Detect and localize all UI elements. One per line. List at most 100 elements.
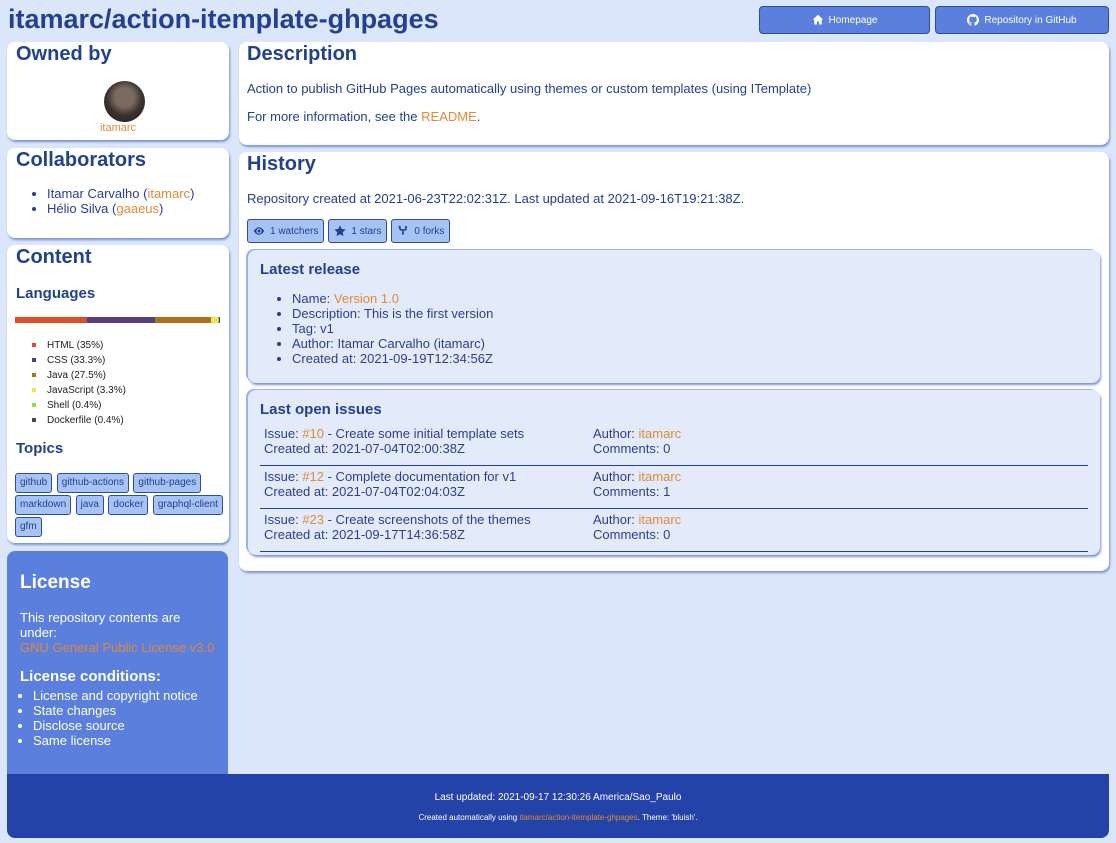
- language-item: Dockerfile (0.4%): [32, 413, 126, 428]
- topic-tag[interactable]: github-pages: [133, 473, 202, 493]
- issue-author-label: Author:: [593, 426, 639, 441]
- language-color-swatch: [32, 403, 36, 407]
- language-label: Shell (0.4%): [47, 400, 102, 411]
- issue-row: Issue: #23 - Create screenshots of the t…: [260, 509, 1088, 552]
- issue-row: Issue: #12 - Complete documentation for …: [260, 466, 1088, 509]
- languages-bar: [15, 317, 220, 323]
- issue-comments: Comments: 1: [593, 484, 671, 499]
- issue-row: Issue: #10 - Create some initial templat…: [260, 423, 1088, 466]
- issue-info: Issue: #12 - Complete documentation for …: [264, 469, 584, 499]
- license-intro: This repository contents are under:: [20, 610, 181, 640]
- history-title: History: [247, 153, 316, 175]
- issue-author-link[interactable]: itamarc: [639, 426, 682, 441]
- language-color-swatch: [32, 418, 36, 422]
- languages-title: Languages: [16, 285, 96, 302]
- collaborator-name: Itamar Carvalho: [47, 186, 140, 201]
- homepage-button-label: Homepage: [828, 14, 878, 26]
- collaborator-login-link[interactable]: gaaeus: [116, 201, 159, 216]
- issue-info: Issue: #10 - Create some initial templat…: [264, 426, 584, 456]
- homepage-button[interactable]: Homepage: [759, 6, 930, 34]
- watchers-badge[interactable]: 1 watchers: [247, 219, 325, 243]
- collaborator-name: Hélio Silva: [47, 201, 109, 216]
- topic-tag[interactable]: gfm: [15, 517, 42, 537]
- license-link[interactable]: GNU General Public License v3.0: [20, 640, 214, 655]
- collaborators-card: Collaborators Itamar Carvalho (itamarc) …: [7, 148, 229, 238]
- license-condition: License and copyright notice: [33, 688, 198, 703]
- issue-label: Issue:: [264, 469, 303, 484]
- github-icon: [967, 14, 980, 26]
- description-more: For more information, see the README.: [247, 109, 480, 124]
- footer-credit-suffix: . Theme: 'bluish'.: [637, 813, 698, 822]
- owner-avatar[interactable]: [104, 81, 145, 122]
- history-text: Repository created at 2021-06-23T22:02:3…: [247, 191, 745, 206]
- issue-meta: Author: itamarc Comments: 0: [593, 426, 893, 456]
- topic-tag[interactable]: github: [15, 473, 53, 493]
- language-label: JavaScript (3.3%): [47, 385, 126, 396]
- topic-tag[interactable]: graphql-client: [152, 495, 223, 515]
- topic-tag[interactable]: github-actions: [56, 473, 129, 493]
- issue-title: - Complete documentation for v1: [324, 469, 517, 484]
- license-panel: License This repository contents are und…: [7, 551, 228, 781]
- description-text: Action to publish GitHub Pages automatic…: [247, 81, 812, 96]
- topic-tag[interactable]: markdown: [15, 495, 72, 515]
- language-item: JavaScript (3.3%): [32, 383, 126, 398]
- languages-list: HTML (35%) CSS (33.3%) Java (27.5%) JavaScr…: [32, 338, 126, 428]
- release-name-link[interactable]: Version 1.0: [334, 291, 399, 306]
- issue-title: - Create screenshots of the themes: [324, 512, 531, 527]
- forks-label: 0 forks: [414, 225, 445, 237]
- language-color-swatch: [32, 343, 36, 347]
- license-condition: Disclose source: [33, 718, 198, 733]
- topic-tag[interactable]: docker: [108, 495, 149, 515]
- content-card: Content Languages HTML (35%) CSS (33.3%) J…: [7, 245, 229, 543]
- open-issues-title: Last open issues: [260, 401, 382, 418]
- readme-link[interactable]: README: [421, 109, 477, 124]
- issue-number-link[interactable]: #10: [302, 426, 324, 441]
- issue-number-link[interactable]: #12: [302, 469, 324, 484]
- star-icon: [334, 225, 346, 237]
- issue-label: Issue:: [264, 512, 303, 527]
- repository-button[interactable]: Repository in GitHub: [935, 6, 1109, 34]
- issue-meta: Author: itamarc Comments: 0: [593, 512, 893, 542]
- license-condition: Same license: [33, 733, 198, 748]
- owned-by-card: Owned by itamarc: [7, 42, 229, 140]
- collaborator-login-link[interactable]: itamarc: [147, 186, 190, 201]
- language-bar-segment: [15, 317, 87, 323]
- language-color-swatch: [32, 358, 36, 362]
- page-title: itamarc/action-itemplate-ghpages: [8, 4, 439, 34]
- repository-button-label: Repository in GitHub: [984, 14, 1077, 26]
- description-card: Description Action to publish GitHub Pag…: [239, 42, 1109, 145]
- issue-comments: Comments: 0: [593, 527, 671, 542]
- owned-by-title: Owned by: [16, 43, 112, 65]
- issue-author-link[interactable]: itamarc: [639, 469, 682, 484]
- stars-badge[interactable]: 1 stars: [328, 219, 388, 243]
- topic-tag[interactable]: java: [75, 495, 104, 515]
- latest-release-title: Latest release: [260, 261, 361, 278]
- home-icon: [812, 14, 823, 25]
- collaborator-item: Hélio Silva (gaaeus): [47, 201, 194, 216]
- issue-created: Created at: 2021-07-04T02:04:03Z: [264, 484, 465, 499]
- language-bar-segment: [211, 317, 219, 323]
- issue-created: Created at: 2021-07-04T02:00:38Z: [264, 441, 465, 456]
- footer: Last updated: 2021-09-17 12:30:26 Americ…: [7, 774, 1109, 838]
- license-text: This repository contents are under: GNU …: [20, 610, 220, 655]
- repo-stats: 1 watchers 1 stars 0 forks: [247, 219, 451, 243]
- language-color-swatch: [32, 373, 36, 377]
- fork-icon: [398, 225, 408, 235]
- language-color-swatch: [32, 388, 36, 392]
- language-item: Java (27.5%): [32, 368, 126, 383]
- language-label: HTML (35%): [47, 340, 104, 351]
- issue-author-label: Author:: [593, 512, 639, 527]
- issue-number-link[interactable]: #23: [302, 512, 324, 527]
- owner-login-link[interactable]: itamarc: [7, 122, 229, 134]
- footer-credit-link[interactable]: itamarc/action-itemplate-ghpages: [519, 813, 637, 822]
- issue-author-link[interactable]: itamarc: [639, 512, 682, 527]
- watchers-label: 1 watchers: [270, 225, 319, 237]
- stars-label: 1 stars: [351, 225, 382, 237]
- language-item: Shell (0.4%): [32, 398, 126, 413]
- collaborators-title: Collaborators: [16, 149, 147, 171]
- topics-title: Topics: [16, 440, 64, 457]
- license-title: License: [20, 572, 91, 593]
- issue-title: - Create some initial template sets: [324, 426, 525, 441]
- forks-badge[interactable]: 0 forks: [391, 219, 451, 243]
- release-tag: Tag: v1: [292, 321, 493, 336]
